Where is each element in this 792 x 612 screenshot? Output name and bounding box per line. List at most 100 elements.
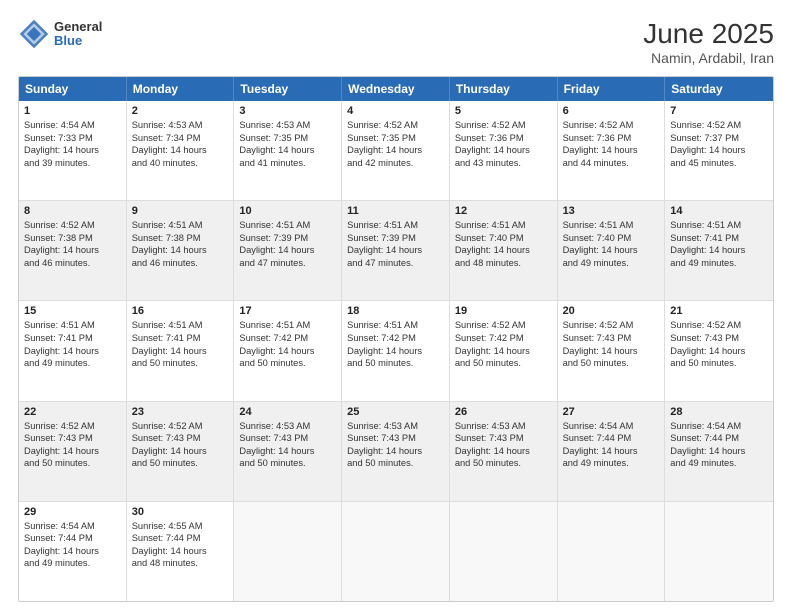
calendar-cell	[342, 502, 450, 601]
calendar: SundayMondayTuesdayWednesdayThursdayFrid…	[18, 76, 774, 602]
cell-line: and 49 minutes.	[24, 357, 121, 370]
cell-line: Daylight: 14 hours	[24, 545, 121, 558]
cell-line: Daylight: 14 hours	[239, 244, 336, 257]
cell-line: Daylight: 14 hours	[563, 445, 660, 458]
calendar-row: 1Sunrise: 4:54 AMSunset: 7:33 PMDaylight…	[19, 101, 773, 201]
cell-line: Sunrise: 4:52 AM	[455, 119, 552, 132]
cell-line: Daylight: 14 hours	[455, 144, 552, 157]
cell-line: Sunset: 7:39 PM	[347, 232, 444, 245]
day-number: 12	[455, 205, 552, 217]
cell-line: and 47 minutes.	[239, 257, 336, 270]
cell-line: Daylight: 14 hours	[24, 445, 121, 458]
calendar-cell: 5Sunrise: 4:52 AMSunset: 7:36 PMDaylight…	[450, 101, 558, 200]
cell-line: and 49 minutes.	[24, 557, 121, 570]
cell-line: and 43 minutes.	[455, 157, 552, 170]
cell-line: Sunset: 7:35 PM	[347, 132, 444, 145]
cell-line: and 50 minutes.	[24, 457, 121, 470]
cell-line: Sunrise: 4:52 AM	[24, 420, 121, 433]
cell-line: Daylight: 14 hours	[239, 445, 336, 458]
calendar-cell: 29Sunrise: 4:54 AMSunset: 7:44 PMDayligh…	[19, 502, 127, 601]
cell-line: Sunrise: 4:52 AM	[455, 319, 552, 332]
day-number: 13	[563, 205, 660, 217]
cell-line: Sunset: 7:40 PM	[455, 232, 552, 245]
cell-line: Daylight: 14 hours	[132, 445, 229, 458]
cell-line: Sunset: 7:44 PM	[132, 532, 229, 545]
cell-line: Sunrise: 4:51 AM	[563, 219, 660, 232]
cell-line: and 40 minutes.	[132, 157, 229, 170]
cell-line: and 47 minutes.	[347, 257, 444, 270]
cell-line: Sunset: 7:39 PM	[239, 232, 336, 245]
cell-line: Daylight: 14 hours	[239, 144, 336, 157]
calendar-row: 15 Sunrise: 4:51 AM Sunset: 7:41 PM Dayligh…	[19, 301, 773, 401]
cell-line: Daylight: 14 hours	[24, 244, 121, 257]
cell-line: Sunrise: 4:52 AM	[347, 119, 444, 132]
cell-line: and 50 minutes.	[132, 357, 229, 370]
cell-line: Sunrise: 4:53 AM	[455, 420, 552, 433]
cell-line: Daylight: 14 hours	[455, 244, 552, 257]
page: General Blue June 2025 Namin, Ardabil, I…	[0, 0, 792, 612]
cell-line: Sunset: 7:44 PM	[563, 432, 660, 445]
cell-line: Sunrise: 4:51 AM	[670, 219, 768, 232]
calendar-cell: 12Sunrise: 4:51 AMSunset: 7:40 PMDayligh…	[450, 201, 558, 300]
cell-line: Sunrise: 4:53 AM	[132, 119, 229, 132]
day-number: 16	[132, 305, 229, 317]
cell-line: Sunrise: 4:51 AM	[347, 319, 444, 332]
calendar-cell: 4 Sunrise: 4:52 AMSunset: 7:35 PMDaylight…	[342, 101, 450, 200]
cell-line: and 50 minutes.	[347, 457, 444, 470]
cell-line: and 50 minutes.	[239, 357, 336, 370]
weekday-header: Tuesday	[234, 77, 342, 101]
cell-line: Sunset: 7:36 PM	[455, 132, 552, 145]
calendar-cell: 6Sunrise: 4:52 AMSunset: 7:36 PMDaylight…	[558, 101, 666, 200]
calendar-cell: 20Sunrise: 4:52 AMSunset: 7:43 PMDayligh…	[558, 301, 666, 400]
day-number: 17	[239, 305, 336, 317]
logo-line1: General	[54, 20, 102, 34]
calendar-cell	[234, 502, 342, 601]
calendar-cell: 16Sunrise: 4:51 AMSunset: 7:41 PMDayligh…	[127, 301, 235, 400]
calendar-cell: 1Sunrise: 4:54 AMSunset: 7:33 PMDaylight…	[19, 101, 127, 200]
day-number: 30	[132, 506, 229, 518]
calendar-cell: 25Sunrise: 4:53 AMSunset: 7:43 PMDayligh…	[342, 402, 450, 501]
day-number: 2	[132, 105, 229, 117]
cell-line: Sunrise: 4:52 AM	[670, 319, 768, 332]
cell-line: and 50 minutes.	[347, 357, 444, 370]
cell-line: Sunset: 7:43 PM	[24, 432, 121, 445]
day-number: 7	[670, 105, 768, 117]
cell-line: and 50 minutes.	[455, 457, 552, 470]
day-number: 26	[455, 406, 552, 418]
cell-line: Sunrise: 4:51 AM	[132, 319, 229, 332]
calendar-cell: 17Sunrise: 4:51 AMSunset: 7:42 PMDayligh…	[234, 301, 342, 400]
cell-line: Sunrise: 4:55 AM	[132, 520, 229, 533]
calendar-cell: 11Sunrise: 4:51 AMSunset: 7:39 PMDayligh…	[342, 201, 450, 300]
cell-line: Sunset: 7:38 PM	[24, 232, 121, 245]
cell-line: Daylight: 14 hours	[670, 345, 768, 358]
cell-line: Sunrise: 4:54 AM	[24, 520, 121, 533]
cell-line: Daylight: 14 hours	[24, 144, 121, 157]
cell-line: Sunset: 7:42 PM	[347, 332, 444, 345]
calendar-cell: 23Sunrise: 4:52 AMSunset: 7:43 PMDayligh…	[127, 402, 235, 501]
weekday-header: Thursday	[450, 77, 558, 101]
day-number: 8	[24, 205, 121, 217]
calendar-header: SundayMondayTuesdayWednesdayThursdayFrid…	[19, 77, 773, 101]
logo: General Blue	[18, 18, 102, 50]
cell-line: Sunset: 7:33 PM	[24, 132, 121, 145]
weekday-header: Monday	[127, 77, 235, 101]
cell-line: Sunset: 7:38 PM	[132, 232, 229, 245]
cell-line: Daylight: 14 hours	[563, 345, 660, 358]
day-number: 1	[24, 105, 121, 117]
day-number: 15	[24, 305, 121, 317]
cell-line: Sunset: 7:41 PM	[24, 332, 121, 345]
cell-line: and 46 minutes.	[132, 257, 229, 270]
day-number: 27	[563, 406, 660, 418]
logo-icon	[18, 18, 50, 50]
calendar-cell: 18Sunrise: 4:51 AMSunset: 7:42 PMDayligh…	[342, 301, 450, 400]
cell-line: Daylight: 14 hours	[239, 345, 336, 358]
day-number: 4	[347, 105, 444, 117]
cell-line: Sunrise: 4:52 AM	[24, 219, 121, 232]
cell-line: Sunset: 7:37 PM	[670, 132, 768, 145]
cell-line: Daylight: 14 hours	[347, 144, 444, 157]
cell-line: Sunrise: 4:53 AM	[239, 420, 336, 433]
cell-line: and 44 minutes.	[563, 157, 660, 170]
calendar-cell: 27Sunrise: 4:54 AMSunset: 7:44 PMDayligh…	[558, 402, 666, 501]
cell-line: and 48 minutes.	[455, 257, 552, 270]
cell-line: and 50 minutes.	[563, 357, 660, 370]
